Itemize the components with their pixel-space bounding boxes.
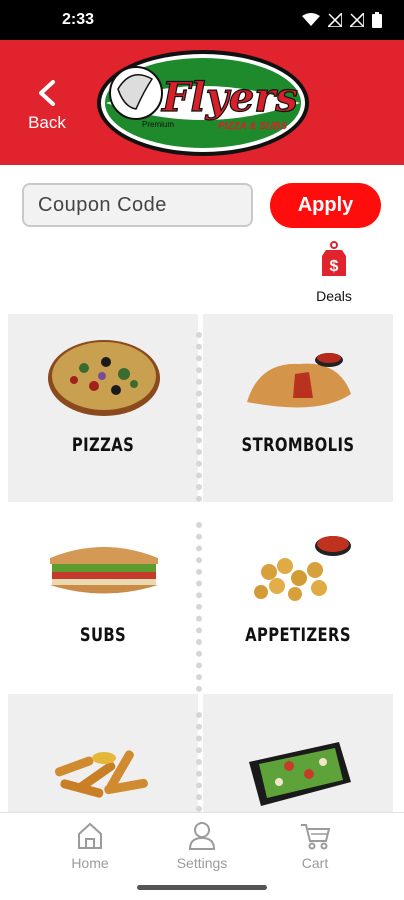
nav-home[interactable]: Home xyxy=(50,821,130,871)
cart-icon xyxy=(301,824,331,850)
menu-grid: PIZZAS STROMBOLIS SUBS APPETIZERS xyxy=(0,312,404,812)
menu-tile-pizzas[interactable]: PIZZAS xyxy=(8,314,198,502)
home-icon xyxy=(78,822,102,849)
app-header: Back Flyers Premium PIZZA & SUBS xyxy=(0,40,404,165)
salad-image xyxy=(249,742,351,806)
menu-tile-sticks[interactable] xyxy=(8,694,198,812)
signal-icon-2 xyxy=(350,13,364,27)
battery-icon xyxy=(372,12,382,28)
status-bar: 2:33 xyxy=(0,0,404,40)
svg-text:Flyers: Flyers xyxy=(161,74,298,121)
wifi-icon xyxy=(302,13,320,26)
stromboli-image xyxy=(247,353,351,408)
svg-text:Premium: Premium xyxy=(142,120,174,129)
nav-settings-label: Settings xyxy=(176,855,228,871)
user-icon xyxy=(188,822,216,850)
sub-image xyxy=(50,547,158,594)
home-indicator xyxy=(137,885,267,890)
menu-tile-strombolis[interactable]: STROMBOLIS xyxy=(203,314,393,502)
flyers-logo: Flyers Premium PIZZA & SUBS xyxy=(97,50,309,156)
menu-label-subs: SUBS xyxy=(79,624,127,646)
svg-text:PIZZA & SUBS: PIZZA & SUBS xyxy=(218,121,287,132)
chevron-left-icon xyxy=(39,80,55,106)
menu-divider-2 xyxy=(196,522,202,692)
back-button[interactable]: Back xyxy=(22,80,72,135)
menu-divider xyxy=(196,332,202,502)
nav-cart-label: Cart xyxy=(301,855,329,871)
menu-tile-appetizers[interactable]: APPETIZERS xyxy=(203,504,393,692)
signal-icon xyxy=(328,13,342,27)
nav-settings[interactable]: Settings xyxy=(162,821,242,871)
appetizers-image xyxy=(254,536,351,601)
menu-label-pizzas: PIZZAS xyxy=(71,434,135,456)
menu-label-strombolis: STROMBOLIS xyxy=(241,434,355,456)
menu-divider-3 xyxy=(196,712,202,812)
svg-text:$: $ xyxy=(330,258,339,275)
apply-button[interactable]: Apply xyxy=(270,183,381,228)
menu-tile-subs[interactable]: SUBS xyxy=(8,504,198,692)
sticks-image xyxy=(54,750,148,798)
status-icons xyxy=(302,12,382,28)
deals-button[interactable]: $ Deals xyxy=(312,240,356,306)
menu-label-appetizers: APPETIZERS xyxy=(245,624,351,646)
deals-label: Deals xyxy=(316,288,352,304)
nav-home-label: Home xyxy=(71,855,109,871)
pizza-image xyxy=(48,340,160,416)
price-tag-icon: $ xyxy=(322,241,346,276)
nav-cart[interactable]: Cart xyxy=(275,821,355,871)
status-time: 2:33 xyxy=(62,11,95,28)
menu-tile-salads[interactable] xyxy=(203,694,393,812)
coupon-code-input[interactable] xyxy=(22,183,253,227)
back-label: Back xyxy=(28,113,66,132)
